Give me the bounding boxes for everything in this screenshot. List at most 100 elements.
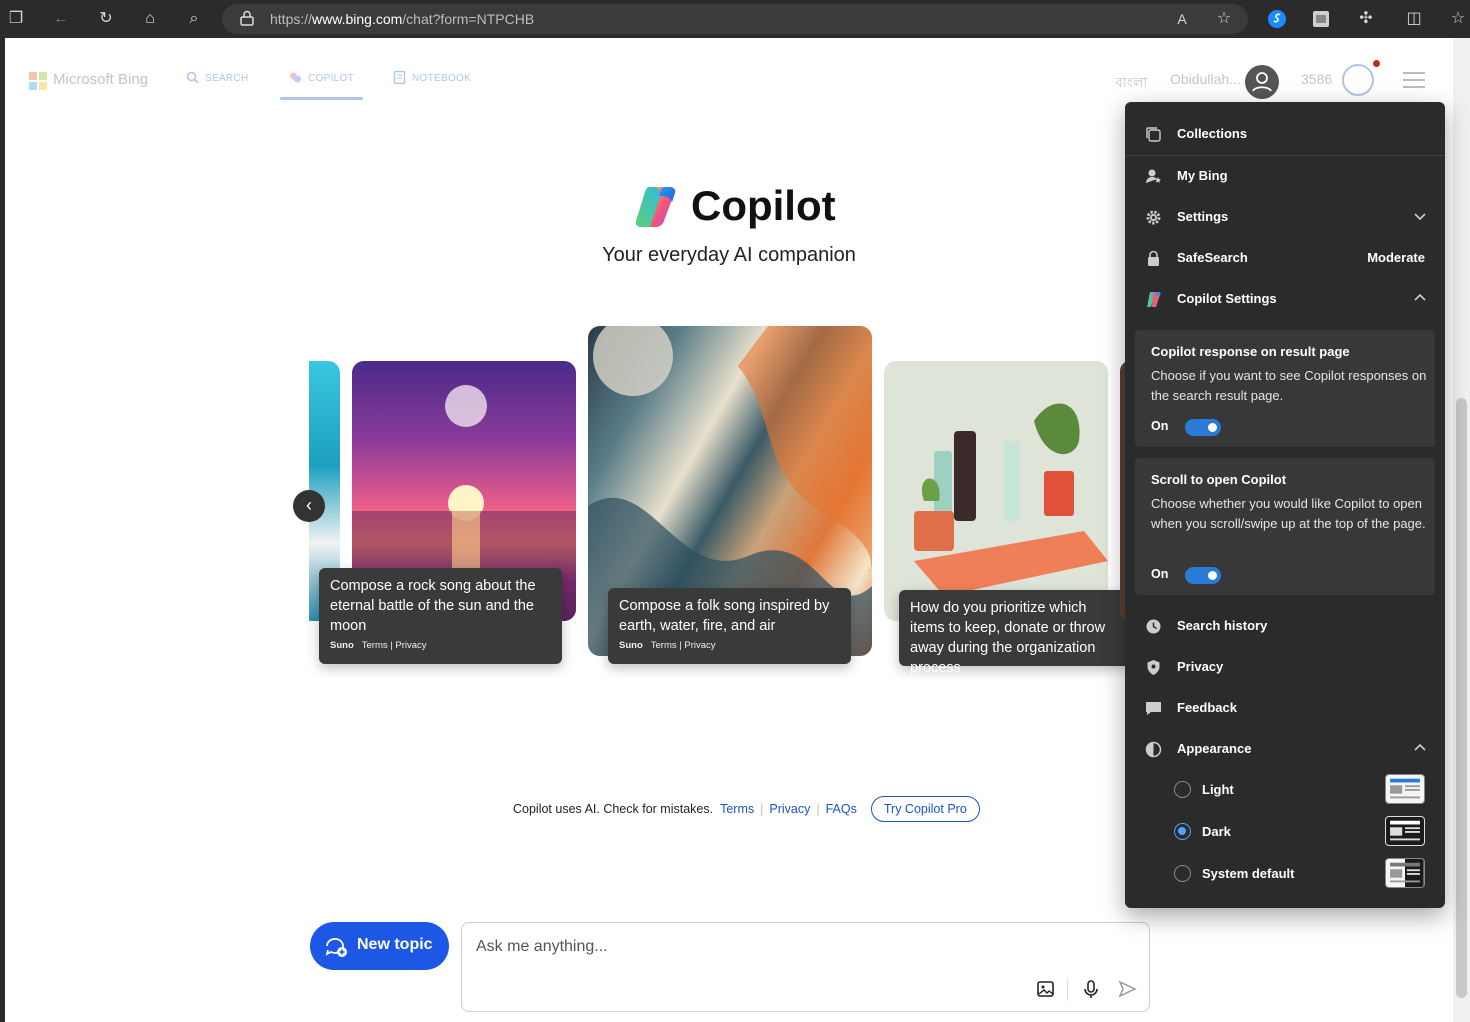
- search-icon: [186, 71, 199, 84]
- menu-item-my-bing[interactable]: My Bing: [1125, 156, 1445, 197]
- gear-icon: [1146, 210, 1161, 225]
- card-footer: Suno Terms | Privacy: [619, 640, 716, 651]
- terms-privacy-links[interactable]: Terms | Privacy: [651, 640, 716, 651]
- back-icon[interactable]: ←: [51, 9, 71, 29]
- contrast-icon: [1145, 741, 1162, 758]
- toggle-state-label: On: [1151, 567, 1169, 581]
- url-text: https://www.bing.com/chat?form=NTPCHB: [270, 11, 535, 27]
- lock-icon: [240, 10, 254, 26]
- microsoft-logo-icon[interactable]: [29, 72, 47, 90]
- scrollbar-thumb[interactable]: [1456, 398, 1467, 998]
- read-aloud-icon[interactable]: A: [1172, 9, 1192, 29]
- browser-toolbar: ❐ ← ↻ ⌂ ⌕ https://www.bing.com/chat?form…: [0, 0, 1470, 38]
- page-scrollbar[interactable]: [1453, 38, 1470, 1022]
- extension-icon[interactable]: [1312, 10, 1330, 28]
- menu-item-safesearch[interactable]: SafeSearch Moderate: [1125, 238, 1445, 279]
- menu-item-collections[interactable]: Collections: [1125, 114, 1445, 155]
- copilot-icon: [1147, 292, 1161, 307]
- menu-item-privacy[interactable]: Privacy: [1125, 647, 1445, 688]
- active-tab-indicator: [280, 97, 363, 100]
- language-link[interactable]: বাংলা: [1115, 71, 1147, 95]
- feedback-icon: [1146, 702, 1161, 715]
- dark-theme-preview-icon: [1385, 816, 1425, 846]
- send-icon[interactable]: [1117, 979, 1137, 999]
- new-topic-button[interactable]: New topic: [310, 922, 449, 970]
- chevron-up-icon: [1414, 293, 1426, 301]
- menu-item-search-history[interactable]: Search history: [1125, 606, 1445, 647]
- my-bing-icon: [1146, 169, 1161, 183]
- card-prompt-text: How do you prioritize which items to kee…: [910, 600, 1106, 676]
- terms-link[interactable]: Terms: [720, 802, 754, 816]
- tab-search[interactable]: SEARCH: [186, 71, 248, 84]
- radio-dark-selected[interactable]: [1174, 823, 1191, 840]
- new-topic-label: New topic: [357, 936, 433, 953]
- appearance-option-system[interactable]: System default: [1125, 854, 1445, 894]
- card-caption-sun-moon[interactable]: Compose a rock song about the eternal ba…: [319, 568, 562, 664]
- card-footer: Suno Terms | Privacy: [330, 640, 427, 651]
- toggle-state-label: On: [1151, 419, 1169, 433]
- safesearch-value: Moderate: [1367, 250, 1425, 265]
- copilot-response-setting: Copilot response on result page Choose i…: [1135, 330, 1435, 447]
- divider: [1067, 979, 1068, 1001]
- privacy-link[interactable]: Privacy: [769, 802, 810, 816]
- chevron-up-icon: [1414, 743, 1426, 751]
- avatar[interactable]: [1245, 65, 1279, 99]
- notebook-icon: [393, 71, 406, 84]
- system-theme-preview-icon: [1385, 858, 1425, 888]
- address-bar[interactable]: https://www.bing.com/chat?form=NTPCHB A …: [222, 4, 1248, 34]
- carousel-prev-button[interactable]: ‹: [293, 490, 325, 522]
- tab-notebook[interactable]: NOTEBOOK: [393, 71, 471, 84]
- card-caption-elements[interactable]: Compose a folk song inspired by earth, w…: [608, 588, 851, 664]
- microphone-icon[interactable]: [1081, 979, 1101, 999]
- new-chat-icon: [325, 938, 347, 957]
- user-name[interactable]: Obidullah...: [1170, 71, 1241, 87]
- tab-actions-icon[interactable]: ❐: [6, 9, 26, 29]
- lock-icon: [1148, 250, 1159, 266]
- organize-artwork: [914, 403, 1108, 596]
- menu-item-appearance[interactable]: Appearance: [1125, 729, 1445, 770]
- terms-privacy-links[interactable]: Terms | Privacy: [362, 640, 427, 651]
- card-prompt-text: Compose a folk song inspired by earth, w…: [619, 598, 830, 634]
- brand-name[interactable]: Microsoft Bing: [53, 71, 148, 88]
- menu-item-copilot-settings[interactable]: Copilot Settings: [1125, 279, 1445, 320]
- shazam-extension-icon[interactable]: [1268, 10, 1286, 28]
- radio-system-default[interactable]: [1174, 865, 1191, 882]
- chevron-left-icon: ‹: [306, 495, 312, 515]
- chevron-down-icon: [1414, 213, 1426, 221]
- extensions-puzzle-icon[interactable]: ✣: [1356, 9, 1376, 29]
- rewards-trophy-icon[interactable]: [1342, 64, 1374, 96]
- menu-item-feedback[interactable]: Feedback: [1125, 688, 1445, 729]
- radio-light[interactable]: [1174, 781, 1191, 798]
- shield-icon: [1147, 660, 1160, 675]
- scroll-open-setting: Scroll to open Copilot Choose whether yo…: [1135, 458, 1435, 595]
- appearance-option-dark[interactable]: Dark: [1125, 812, 1445, 852]
- settings-menu-panel: Collections My Bing Settings SafeSearch …: [1125, 102, 1445, 908]
- menu-hamburger-icon[interactable]: [1403, 72, 1425, 88]
- rewards-points[interactable]: 3586: [1301, 71, 1332, 87]
- disclaimer-bar: Copilot uses AI. Check for mistakes. Ter…: [513, 794, 980, 824]
- tab-copilot[interactable]: COPILOT: [289, 71, 354, 84]
- favorites-icon[interactable]: ☆: [1448, 9, 1468, 29]
- copilot-logo-icon: [635, 187, 676, 227]
- split-screen-icon[interactable]: ◫: [1404, 9, 1424, 29]
- light-theme-preview-icon: [1385, 774, 1425, 804]
- copilot-icon: [290, 72, 301, 83]
- favorite-star-icon[interactable]: ☆: [1214, 9, 1234, 29]
- image-upload-icon[interactable]: [1036, 979, 1056, 999]
- appearance-option-light[interactable]: Light: [1125, 770, 1445, 810]
- refresh-icon[interactable]: ↻: [96, 9, 116, 29]
- disclaimer-text: Copilot uses AI. Check for mistakes.: [513, 802, 714, 816]
- menu-item-settings[interactable]: Settings: [1125, 197, 1445, 238]
- notification-dot: [1373, 60, 1380, 67]
- ask-input[interactable]: [476, 935, 1116, 959]
- copilot-response-toggle[interactable]: [1185, 419, 1221, 436]
- card-caption-organize[interactable]: How do you prioritize which items to kee…: [899, 590, 1129, 676]
- faqs-link[interactable]: FAQs: [826, 802, 857, 816]
- search-icon[interactable]: ⌕: [184, 9, 204, 29]
- scroll-open-toggle[interactable]: [1185, 567, 1221, 584]
- home-icon[interactable]: ⌂: [140, 9, 160, 29]
- try-copilot-pro-button[interactable]: Try Copilot Pro: [870, 796, 980, 822]
- chat-composer[interactable]: [461, 922, 1150, 1012]
- carousel-card-organize[interactable]: [884, 361, 1108, 621]
- top-navigation: Microsoft Bing SEARCH COPILOT NOTEBOOK ব…: [5, 38, 1453, 108]
